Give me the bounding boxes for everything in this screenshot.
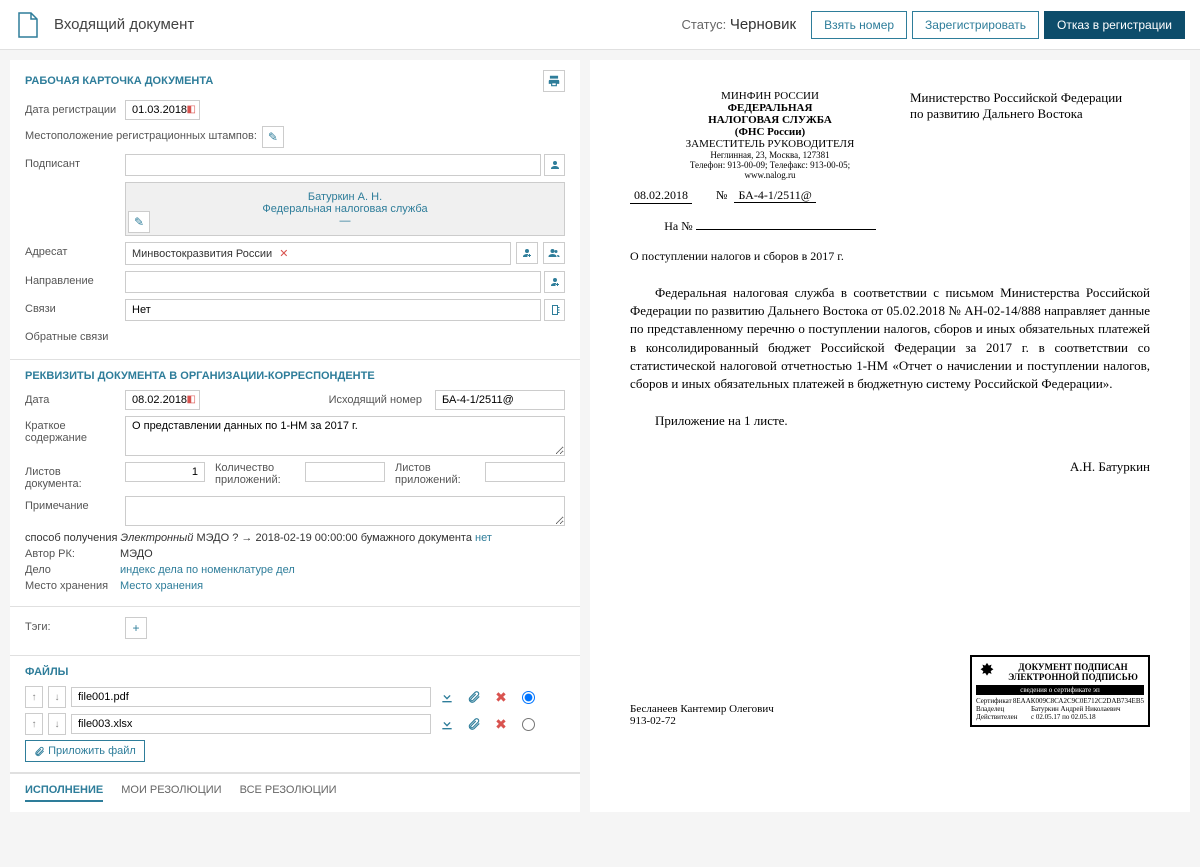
note-input[interactable] — [125, 496, 565, 526]
requisites-section-title: РЕКВИЗИТЫ ДОКУМЕНТА В ОРГАНИЗАЦИИ-КОРРЕС… — [25, 370, 565, 382]
file-main-radio[interactable] — [522, 691, 535, 704]
stamp-position-label: Местоположение регистрационных штампов: — [25, 126, 257, 142]
preview-executor: Бесланеев Кантемир Олегович 913-02-72 — [630, 703, 774, 727]
signer-pick-button[interactable] — [544, 154, 565, 176]
card-section-title: РАБОЧАЯ КАРТОЧКА ДОКУМЕНТА — [25, 75, 213, 87]
tabs-bar: ИСПОЛНЕНИЕ МОИ РЕЗОЛЮЦИИ ВСЕ РЕЗОЛЮЦИИ — [10, 773, 580, 812]
file-move-down-button[interactable]: ↓ — [48, 686, 66, 708]
out-num-label: Исходящий номер — [205, 390, 430, 406]
edit-stamp-button[interactable]: ✎ — [262, 126, 284, 148]
status-value: Черновик — [730, 16, 796, 33]
page-title: Входящий документ — [54, 16, 194, 33]
signer-card: Батуркин А. Н. Федеральная налоговая слу… — [125, 182, 565, 236]
addressee-label: Адресат — [25, 242, 120, 258]
direction-label: Направление — [25, 271, 120, 287]
signer-edit-button[interactable]: ✎ — [128, 211, 150, 233]
addressee-add-org-button[interactable] — [543, 242, 565, 264]
att-sheets-input[interactable] — [485, 462, 565, 482]
file-move-up-button[interactable]: ↑ — [25, 686, 43, 708]
file-main-radio[interactable] — [522, 718, 535, 731]
direction-pick-button[interactable] — [544, 271, 565, 293]
file-row: ↑ ↓ ✖ — [25, 686, 565, 708]
req-date-label: Дата — [25, 390, 120, 406]
tab-all-resolutions[interactable]: ВСЕ РЕЗОЛЮЦИИ — [240, 784, 337, 802]
files-section-title: ФАЙЛЫ — [25, 666, 565, 678]
note-label: Примечание — [25, 496, 120, 512]
attach-file-button[interactable]: Приложить файл — [25, 740, 145, 762]
status-block: Статус: Черновик — [682, 16, 797, 33]
addressee-remove-icon[interactable]: ✕ — [279, 248, 288, 260]
reg-date-input[interactable] — [125, 100, 200, 120]
digital-signature-stamp: ДОКУМЕНТ ПОДПИСАН ЭЛЕКТРОННОЙ ПОДПИСЬЮ с… — [970, 655, 1150, 727]
links-add-button[interactable] — [544, 299, 565, 321]
delete-icon[interactable]: ✖ — [490, 713, 512, 735]
delo-link[interactable]: индекс дела по номенклатуре дел — [120, 564, 295, 576]
preview-signature: А.Н. Батуркин — [630, 459, 1150, 475]
add-tag-button[interactable]: + — [125, 617, 147, 639]
delo-label: Дело — [25, 564, 120, 576]
links-input[interactable] — [125, 299, 541, 321]
sheets-input[interactable] — [125, 462, 205, 482]
file-move-up-button[interactable]: ↑ — [25, 713, 43, 735]
signer-input[interactable] — [125, 154, 541, 176]
direction-input[interactable] — [125, 271, 541, 293]
summary-label: Краткое содержание — [25, 416, 120, 444]
links-label: Связи — [25, 299, 120, 315]
addressee-add-user-button[interactable] — [516, 242, 538, 264]
file-name-input[interactable] — [71, 687, 431, 707]
author-value: МЭДО — [120, 548, 565, 560]
tab-my-resolutions[interactable]: МОИ РЕЗОЛЮЦИИ — [121, 784, 221, 802]
register-button[interactable]: Зарегистрировать — [912, 11, 1039, 39]
req-date-input[interactable] — [125, 390, 200, 410]
download-icon[interactable] — [436, 713, 458, 735]
file-row: ↑ ↓ ✖ — [25, 713, 565, 735]
paper-doc-link[interactable]: нет — [475, 532, 492, 544]
addressee-box: Минвостокразвития России ✕ — [125, 242, 511, 265]
storage-label: Место хранения — [25, 580, 120, 592]
preview-sender-block: МИНФИН РОССИИ ФЕДЕРАЛЬНАЯ НАЛОГОВАЯ СЛУЖ… — [630, 90, 910, 264]
author-label: Автор РК: — [25, 548, 120, 560]
preview-body: Федеральная налоговая служба в соответст… — [630, 284, 1150, 393]
eagle-icon — [976, 661, 998, 683]
att-sheets-label: Листов приложений: — [395, 462, 475, 486]
page-header: Входящий документ Статус: Черновик Взять… — [0, 0, 1200, 50]
tab-execution[interactable]: ИСПОЛНЕНИЕ — [25, 784, 103, 802]
download-icon[interactable] — [436, 686, 458, 708]
print-button[interactable] — [543, 70, 565, 92]
document-preview: МИНФИН РОССИИ ФЕДЕРАЛЬНАЯ НАЛОГОВАЯ СЛУЖ… — [590, 60, 1190, 812]
preview-attachment-line: Приложение на 1 листе. — [630, 413, 1150, 429]
storage-link[interactable]: Место хранения — [120, 580, 203, 592]
form-panel: РАБОЧАЯ КАРТОЧКА ДОКУМЕНТА Дата регистра… — [10, 60, 580, 812]
signer-label: Подписант — [25, 154, 120, 170]
preview-addressee-block: Министерство Российской Федерации по раз… — [910, 90, 1150, 264]
out-num-input[interactable] — [435, 390, 565, 410]
tags-label: Тэги: — [25, 617, 120, 633]
att-count-input[interactable] — [305, 462, 385, 482]
sheets-label: Листов документа: — [25, 462, 120, 490]
reg-date-label: Дата регистрации — [25, 100, 120, 116]
file-move-down-button[interactable]: ↓ — [48, 713, 66, 735]
file-name-input[interactable] — [71, 714, 431, 734]
summary-input[interactable]: О представлении данных по 1-НМ за 2017 г… — [125, 416, 565, 456]
back-links-label: Обратные связи — [25, 327, 120, 343]
take-number-button[interactable]: Взять номер — [811, 11, 907, 39]
reject-registration-button[interactable]: Отказ в регистрации — [1044, 11, 1185, 39]
att-count-label: Количество приложений: — [215, 462, 295, 486]
attachment-icon[interactable] — [463, 686, 485, 708]
document-icon — [15, 11, 39, 39]
receive-method-row: способ получения Электронный МЭДО ? → 20… — [25, 532, 565, 544]
attachment-icon[interactable] — [463, 713, 485, 735]
delete-icon[interactable]: ✖ — [490, 686, 512, 708]
